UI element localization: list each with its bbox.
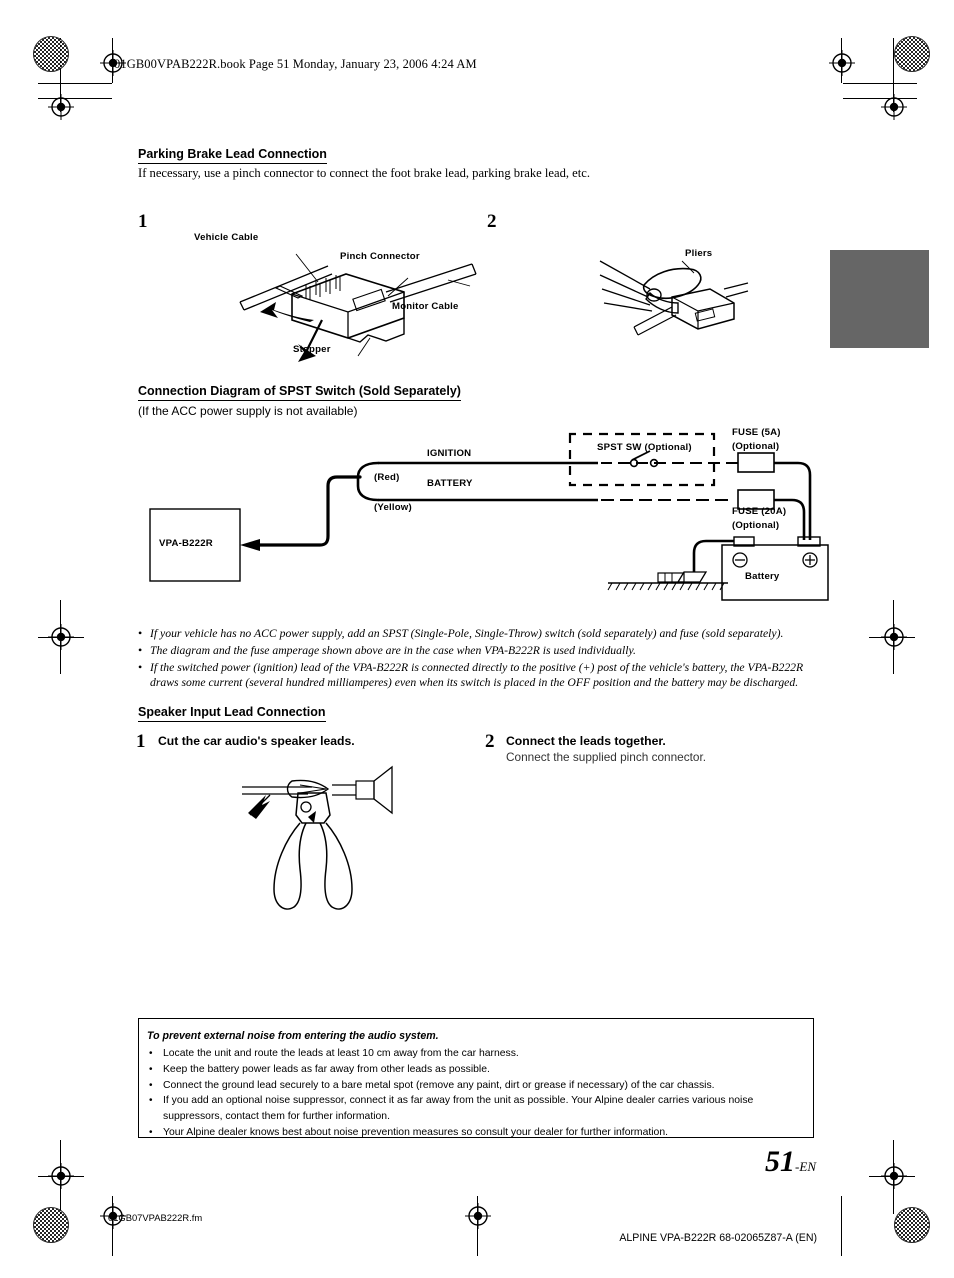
registration-mark [48, 94, 74, 120]
bullet-glyph: • [149, 1095, 153, 1107]
heading-speaker-input: Speaker Input Lead Connection [138, 705, 326, 722]
label-fuse-20a-optional: (Optional) [732, 520, 780, 531]
pliers-crimping-illustration [599, 260, 749, 336]
note-text: The diagram and the fuse amperage shown … [150, 643, 636, 657]
list-item: • If the switched power (ignition) lead … [138, 660, 828, 691]
registration-mark [881, 1163, 907, 1189]
bullet-glyph: • [149, 1127, 153, 1139]
list-item: • Locate the unit and route the leads at… [149, 1046, 809, 1062]
registration-mark [48, 1163, 74, 1189]
speaker-step-2-desc: Connect the supplied pinch connector. [506, 750, 707, 764]
registration-mark [881, 94, 907, 120]
crop-mark-line [843, 83, 917, 84]
noise-prevention-box: To prevent external noise from entering … [138, 1018, 814, 1138]
note-text: If your vehicle has no ACC power supply,… [150, 627, 784, 640]
note-text: If the switched power (ignition) lead of… [150, 660, 804, 690]
speaker-step-1-number: 1 [136, 731, 146, 752]
list-item: • If your vehicle has no ACC power suppl… [138, 626, 828, 642]
speaker-step-2-title: Connect the leads together. [506, 734, 666, 748]
halftone-dot-patch [894, 36, 930, 72]
source-file-name: 01GB07VPAB222R.fm [108, 1212, 203, 1223]
book-header-line: 01GB00VPAB222R.book Page 51 Monday, Janu… [114, 57, 477, 71]
registration-mark [881, 624, 907, 650]
noise-box-list: • Locate the unit and route the leads at… [149, 1046, 809, 1141]
parking-step-1-number: 1 [138, 211, 148, 232]
parking-step-2-number: 2 [487, 211, 497, 232]
spst-subheading: (If the ACC power supply is not availabl… [138, 404, 358, 418]
spst-notes-list: • If your vehicle has no ACC power suppl… [138, 626, 828, 692]
heading-spst-diagram: Connection Diagram of SPST Switch (Sold … [138, 384, 461, 401]
list-item: • Keep the battery power leads as far aw… [149, 1062, 809, 1078]
footer-imprint: ALPINE VPA-B222R 68-02065Z87-A (EN) [619, 1232, 817, 1244]
list-item: • Connect the ground lead securely to a … [149, 1078, 809, 1094]
noise-item-text: Connect the ground lead securely to a ba… [163, 1079, 715, 1091]
speaker-step-1-title: Cut the car audio's speaker leads. [158, 734, 355, 748]
registration-mark [829, 50, 855, 76]
label-vpa-unit: VPA-B222R [159, 538, 213, 549]
registration-mark [465, 1203, 491, 1229]
manual-page: 01GB00VPAB222R.book Page 51 Monday, Janu… [0, 0, 954, 1278]
bullet-glyph: • [138, 626, 143, 640]
chapter-thumb-tab [830, 250, 929, 348]
label-monitor-cable: Monitor Cable [392, 301, 459, 312]
registration-mark [48, 624, 74, 650]
bullet-glyph: • [138, 642, 143, 657]
noise-box-title: To prevent external noise from entering … [147, 1030, 439, 1042]
label-pliers: Pliers [685, 248, 713, 259]
bullet-glyph: • [149, 1048, 153, 1059]
page-number: 51-EN [765, 1145, 816, 1179]
label-red-wire: (Red) [374, 472, 400, 483]
heading-parking-brake: Parking Brake Lead Connection [138, 147, 327, 164]
page-number-suffix: -EN [795, 1159, 816, 1174]
noise-item-text: If you add an optional noise suppressor,… [163, 1095, 754, 1123]
label-vehicle-cable: Vehicle Cable [194, 232, 259, 243]
list-item: • If you add an optional noise suppresso… [149, 1093, 809, 1125]
label-yellow-wire: (Yellow) [374, 502, 412, 513]
wire-cutter-illustration [242, 765, 393, 910]
crop-mark-line [841, 1196, 842, 1256]
speaker-step-2-number: 2 [485, 731, 495, 752]
crop-mark-line [38, 83, 112, 84]
halftone-dot-patch [894, 1207, 930, 1243]
bullet-glyph: • [138, 659, 143, 674]
bullet-glyph: • [149, 1063, 153, 1075]
label-stopper: Stopper [293, 344, 331, 355]
list-item: • The diagram and the fuse amperage show… [138, 643, 828, 659]
label-fuse-5a-optional: (Optional) [732, 441, 780, 452]
noise-item-text: Locate the unit and route the leads at l… [163, 1048, 519, 1059]
label-fuse-5a: FUSE (5A) [732, 427, 781, 438]
bullet-glyph: • [149, 1079, 153, 1091]
noise-item-text: Your Alpine dealer knows best about nois… [163, 1127, 669, 1139]
label-spst-switch: SPST SW (Optional) [597, 442, 692, 453]
spst-wiring-diagram [149, 432, 829, 601]
halftone-dot-patch [33, 1207, 69, 1243]
label-battery: Battery [745, 571, 780, 582]
label-ignition: IGNITION [427, 448, 472, 459]
parking-brake-intro: If necessary, use a pinch connector to c… [138, 166, 591, 180]
label-pinch-connector: Pinch Connector [340, 251, 420, 262]
list-item: • Your Alpine dealer knows best about no… [149, 1125, 809, 1141]
noise-item-text: Keep the battery power leads as far away… [163, 1063, 490, 1075]
label-fuse-20a: FUSE (20A) [732, 506, 787, 517]
halftone-dot-patch [33, 36, 69, 72]
label-battery-lead: BATTERY [427, 478, 473, 489]
page-number-value: 51 [765, 1145, 796, 1178]
